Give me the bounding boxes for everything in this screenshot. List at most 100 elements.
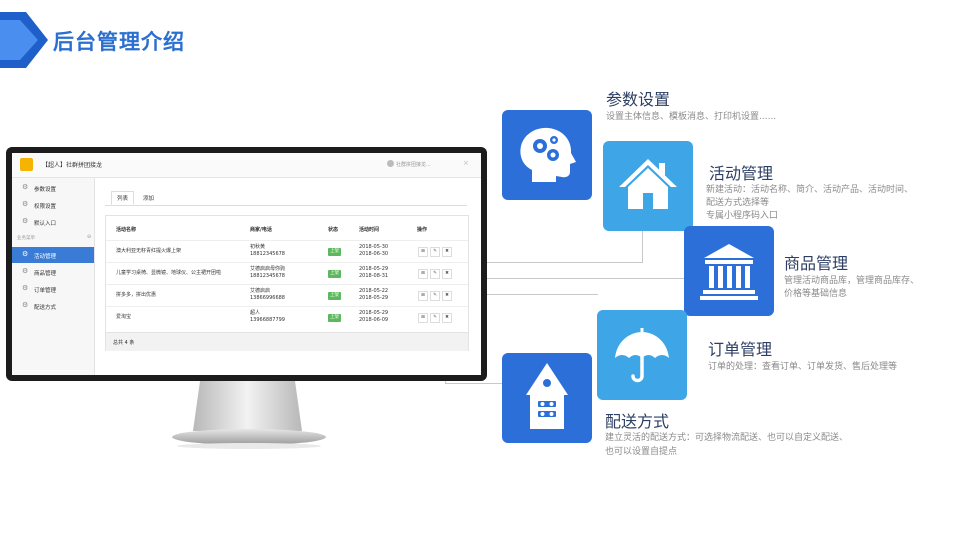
delivery-desc-line: 也可以设置自提点 bbox=[605, 447, 678, 457]
merchant-name: 艾德启启 bbox=[250, 288, 271, 294]
column-header: 活动时间 bbox=[359, 227, 380, 233]
sidebar-item-permissions[interactable]: ⚙ 权限设置 bbox=[12, 197, 94, 213]
sidebar: ⚙ 参数设置 ⚙ 权限设置 ⚙ 默认入口 业务菜单 ⊖ ⚙ 活动管理 ⚙ 商品管… bbox=[12, 178, 95, 375]
collapse-icon[interactable]: ⊖ bbox=[87, 234, 91, 240]
connector-line bbox=[470, 262, 643, 263]
activity-desc-line: 专属小程序码入口 bbox=[706, 211, 779, 221]
status-badge: 上架 bbox=[328, 270, 341, 278]
column-header: 操作 bbox=[417, 227, 428, 233]
head-gears-icon bbox=[520, 127, 576, 182]
connector-line bbox=[470, 294, 598, 295]
delivery-title: 配送方式 bbox=[605, 412, 670, 431]
delete-button[interactable]: ✖ bbox=[442, 291, 452, 301]
tab-list[interactable]: 列表 bbox=[111, 191, 135, 205]
user-avatar-icon[interactable] bbox=[387, 160, 394, 167]
sidebar-section-label: 业务菜单 bbox=[17, 236, 35, 241]
delete-button[interactable]: ✖ bbox=[442, 313, 452, 323]
gear-icon: ⚙ bbox=[22, 301, 29, 309]
delivery-tile bbox=[502, 353, 592, 443]
merchant-phone: 13966887799 bbox=[250, 317, 285, 323]
merchant-phone: 18812345678 bbox=[250, 273, 285, 279]
params-desc: 设置主体信息、模板消息、打印机设置...... bbox=[606, 112, 777, 122]
merchant-name: 超人 bbox=[250, 310, 261, 316]
sidebar-item-label: 活动管理 bbox=[34, 254, 57, 260]
activity-name: 儿童学习桌椅、显微镜、地球仪、公主裙开团啦 bbox=[116, 270, 222, 276]
merchant-name: 艾德启启母你驹 bbox=[250, 266, 286, 272]
end-date: 2018-08-31 bbox=[359, 273, 389, 279]
app-name: 【超人】社群拼团接龙 bbox=[42, 162, 103, 169]
title-arrow-icon bbox=[0, 12, 48, 68]
gear-icon: ⚙ bbox=[22, 267, 29, 275]
edit-button[interactable]: ✎ bbox=[430, 291, 440, 301]
activity-desc-line: 新建活动：活动名称、简介、活动产品、活动时间、 bbox=[706, 185, 914, 195]
gear-icon: ⚙ bbox=[22, 284, 29, 292]
sidebar-item-default-entry[interactable]: ⚙ 默认入口 bbox=[12, 214, 94, 230]
delivery-desc-line: 建立灵活的配送方式：可选择物流配送、也可以自定义配送、 bbox=[605, 433, 849, 443]
edit-button[interactable]: ✎ bbox=[430, 247, 440, 257]
umbrella-icon bbox=[615, 328, 669, 383]
edit-button[interactable]: ✎ bbox=[430, 313, 440, 323]
table-row: 爱淘宝 超人 13966887799 上架 2018-05-29 2018-06… bbox=[106, 306, 468, 329]
end-date: 2018-05-29 bbox=[359, 295, 389, 301]
end-date: 2018-06-30 bbox=[359, 251, 389, 257]
sidebar-item-label: 商品管理 bbox=[34, 271, 57, 277]
edit-button[interactable]: ✎ bbox=[430, 269, 440, 279]
product-desc-line: 价格等基础信息 bbox=[784, 289, 848, 299]
merchant-phone: 13866996688 bbox=[250, 295, 285, 301]
merchant-phone: 18812345678 bbox=[250, 251, 285, 257]
status-badge: 上架 bbox=[328, 292, 341, 300]
qrcode-button[interactable]: ⊞ bbox=[418, 247, 428, 257]
product-title: 商品管理 bbox=[784, 254, 849, 273]
app-logo-icon bbox=[20, 158, 33, 171]
start-date: 2018-05-22 bbox=[359, 288, 389, 294]
birdhouse-icon bbox=[526, 363, 568, 429]
sidebar-item-label: 默认入口 bbox=[34, 221, 57, 227]
gear-icon: ⚙ bbox=[22, 217, 29, 225]
params-title: 参数设置 bbox=[606, 90, 671, 109]
column-header: 活动名称 bbox=[116, 227, 137, 233]
qrcode-button[interactable]: ⊞ bbox=[418, 291, 428, 301]
house-icon bbox=[619, 159, 677, 209]
monitor-base bbox=[172, 429, 326, 449]
bank-building-icon bbox=[700, 244, 758, 300]
start-date: 2018-05-29 bbox=[359, 266, 389, 272]
total-count: 总共 4 条 bbox=[113, 340, 135, 346]
sidebar-item-label: 配送方式 bbox=[34, 305, 57, 311]
delete-button[interactable]: ✖ bbox=[442, 247, 452, 257]
order-title: 订单管理 bbox=[708, 340, 773, 359]
gear-icon: ⚙ bbox=[22, 183, 29, 191]
close-icon[interactable]: × bbox=[463, 159, 469, 167]
page-title: 后台管理介绍 bbox=[53, 30, 185, 54]
gear-icon: ⚙ bbox=[22, 250, 29, 258]
sidebar-item-orders[interactable]: ⚙ 订单管理 bbox=[12, 281, 94, 297]
table-row: 儿童学习桌椅、显微镜、地球仪、公主裙开团啦 艾德启启母你驹 1881234567… bbox=[106, 262, 468, 285]
column-header: 状态 bbox=[328, 227, 339, 233]
sidebar-item-params[interactable]: ⚙ 参数设置 bbox=[12, 180, 94, 196]
delete-button[interactable]: ✖ bbox=[442, 269, 452, 279]
tab-add[interactable]: 添加 bbox=[138, 192, 159, 204]
app-screen: 【超人】社群拼团接龙 社群拼团接龙... × ⚙ 参数设置 ⚙ 权限设置 ⚙ 默… bbox=[12, 153, 481, 375]
sidebar-item-label: 权限设置 bbox=[34, 204, 57, 210]
activity-title: 活动管理 bbox=[709, 164, 774, 183]
product-tile bbox=[684, 226, 774, 316]
status-badge: 上架 bbox=[328, 248, 341, 256]
sidebar-item-activity[interactable]: ⚙ 活动管理 bbox=[12, 247, 94, 263]
table-row: 拼多多，拼出优惠 艾德启启 13866996688 上架 2018-05-22 … bbox=[106, 284, 468, 307]
activity-table: 活动名称 商家/电话 状态 活动时间 操作 澳大利亚无籽青红提火爆上架 初秋黄 … bbox=[105, 215, 469, 351]
sidebar-item-delivery[interactable]: ⚙ 配送方式 bbox=[12, 298, 94, 314]
qrcode-button[interactable]: ⊞ bbox=[418, 313, 428, 323]
sidebar-item-products[interactable]: ⚙ 商品管理 bbox=[12, 264, 94, 280]
end-date: 2018-06-09 bbox=[359, 317, 389, 323]
table-footer: 总共 4 条 bbox=[106, 332, 468, 351]
order-desc: 订单的处理：查看订单、订单发货、售后处理等 bbox=[708, 362, 898, 372]
monitor-stand bbox=[193, 381, 302, 431]
sidebar-item-label: 订单管理 bbox=[34, 288, 57, 294]
order-tile bbox=[597, 310, 687, 400]
qrcode-button[interactable]: ⊞ bbox=[418, 269, 428, 279]
params-tile bbox=[502, 110, 592, 200]
start-date: 2018-05-29 bbox=[359, 310, 389, 316]
column-header: 商家/电话 bbox=[250, 227, 272, 233]
activity-name: 澳大利亚无籽青红提火爆上架 bbox=[116, 248, 182, 254]
app-user-name[interactable]: 社群拼团接龙... bbox=[396, 161, 431, 168]
tab-bar: 列表 添加 bbox=[105, 189, 467, 206]
